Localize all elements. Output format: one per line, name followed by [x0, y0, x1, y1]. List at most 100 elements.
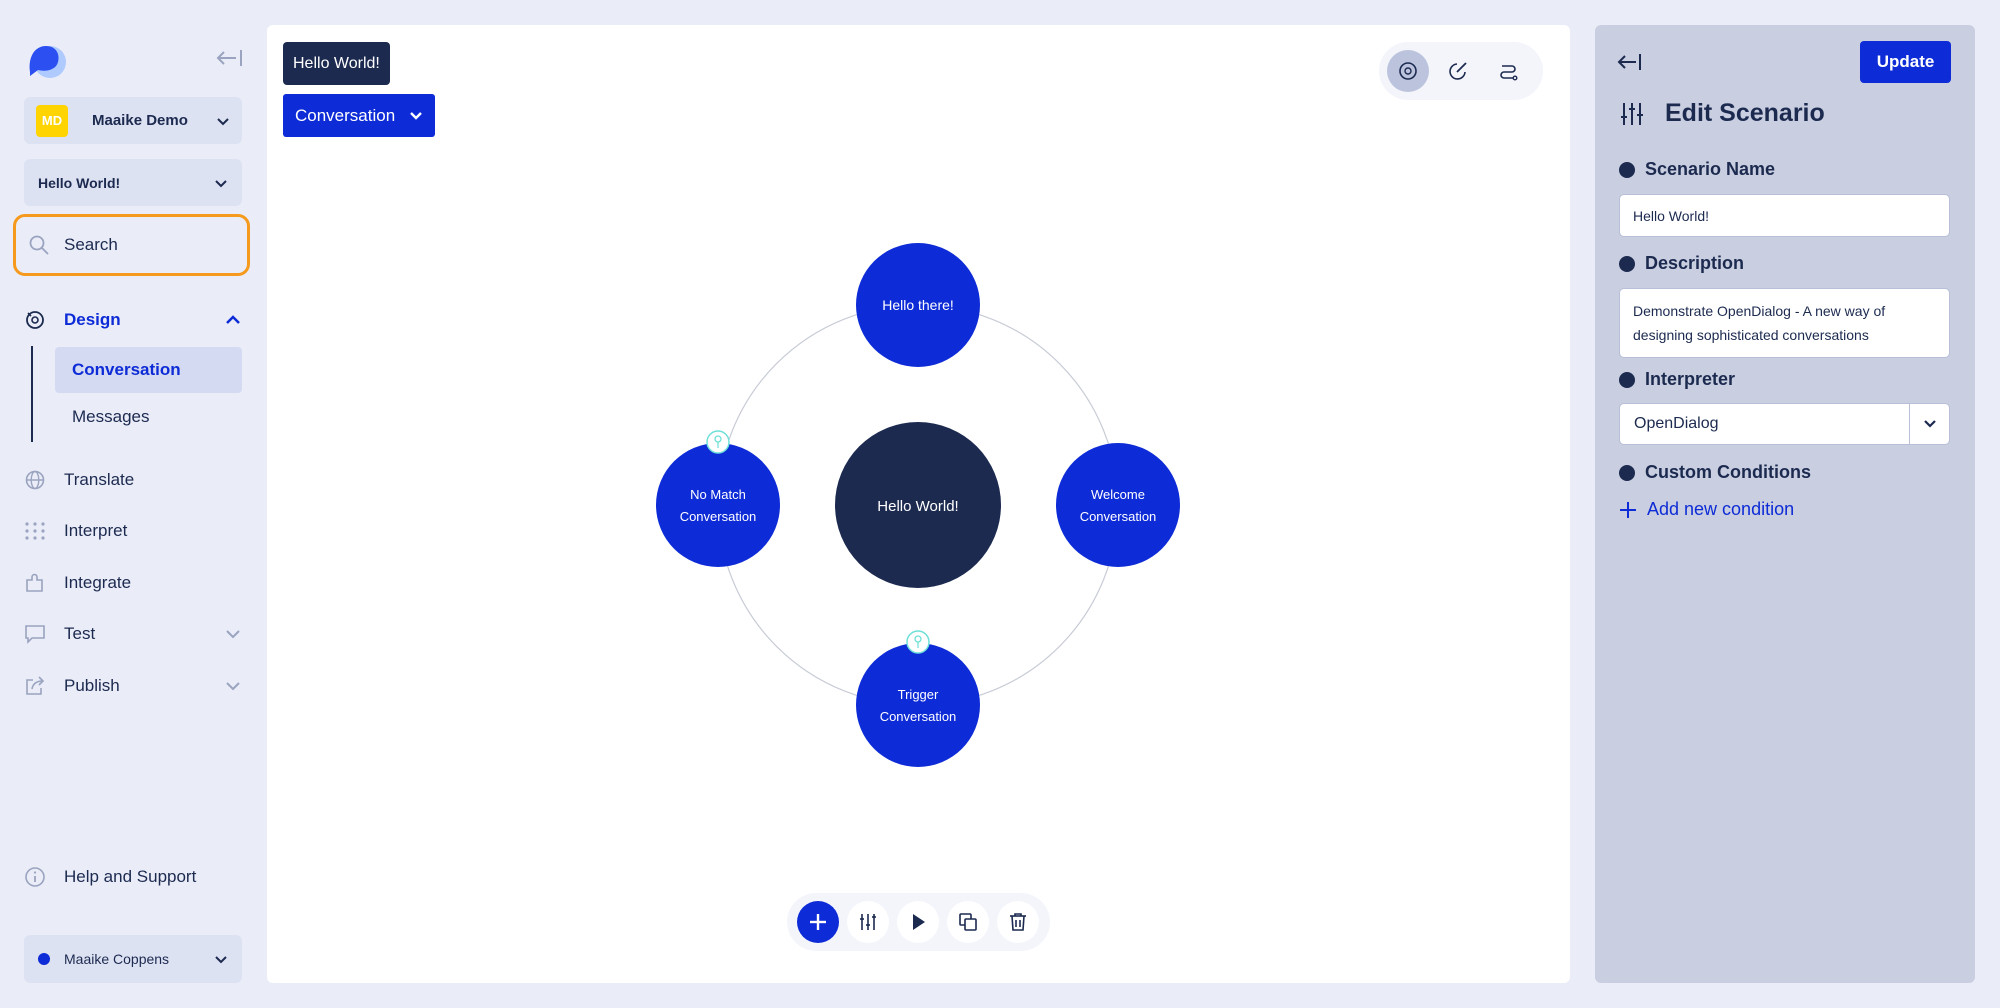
user-name: Maaike Coppens: [64, 951, 170, 967]
custom-conditions-label: Custom Conditions: [1619, 462, 1811, 483]
interpreter-value: OpenDialog: [1634, 415, 1719, 432]
flow-icon: [1500, 65, 1518, 81]
plus-icon: [1620, 501, 1636, 518]
design-brain-icon: [26, 311, 44, 329]
sidebar-item-label: Design: [64, 310, 121, 329]
sidebar-item-messages[interactable]: Messages: [55, 394, 242, 440]
sidebar-item-label: Translate: [64, 470, 135, 489]
trash-icon: [1010, 913, 1026, 931]
chevron-down-icon: [410, 111, 423, 120]
scenario-name-label: Scenario Name: [1619, 159, 1775, 180]
play-button[interactable]: [897, 901, 939, 943]
panel-title: Edit Scenario: [1665, 99, 1825, 127]
globe-icon: [25, 470, 45, 490]
sliders-icon: [860, 914, 876, 930]
chevron-down-icon: [226, 630, 240, 639]
key-badge-icon: [706, 430, 730, 454]
bullet-icon: [1619, 464, 1635, 481]
opendialog-logo-icon[interactable]: [24, 38, 68, 82]
sidebar-item-test[interactable]: Test: [24, 618, 242, 650]
duplicate-button[interactable]: [947, 901, 989, 943]
workspace-switcher[interactable]: MD Maaike Demo: [24, 97, 242, 144]
user-avatar: [38, 953, 50, 965]
delete-button[interactable]: [997, 901, 1039, 943]
sliders-icon: [1621, 102, 1643, 125]
node-left[interactable]: No Match Conversation: [656, 443, 780, 567]
interpreter-select[interactable]: OpenDialog: [1619, 403, 1950, 445]
sidebar: MD Maaike Demo Hello World! Search Desig…: [0, 0, 266, 1008]
field-label-text: Scenario Name: [1645, 159, 1776, 179]
sidebar-item-translate[interactable]: Translate: [24, 464, 242, 496]
sidebar-item-label: Publish: [64, 676, 120, 695]
edit-scenario-panel: Update Edit Scenario Scenario Name Descr…: [1595, 25, 1975, 983]
info-icon: [25, 867, 45, 887]
edit-icon: [1449, 62, 1467, 80]
search-icon: [29, 235, 49, 255]
edit-view-button[interactable]: [1437, 50, 1479, 92]
scenario-selector[interactable]: Hello World!: [24, 159, 242, 206]
bullet-icon: [1619, 161, 1635, 178]
key-badge-icon: [906, 630, 930, 654]
breadcrumb-scenario[interactable]: Hello World!: [283, 42, 390, 85]
scenario-name-input[interactable]: [1619, 194, 1950, 237]
search-button[interactable]: Search: [13, 214, 250, 276]
help-label: Help and Support: [64, 867, 197, 886]
user-menu[interactable]: Maaike Coppens: [24, 935, 242, 983]
dots-grid-icon: [25, 522, 45, 540]
chevron-down-icon: [217, 117, 229, 125]
sidebar-item-design[interactable]: Design: [24, 304, 242, 336]
sidebar-item-integrate[interactable]: Integrate: [24, 567, 242, 599]
node-center-label: Hello World!: [877, 498, 958, 515]
canvas-toolbar: [787, 893, 1050, 951]
add-condition-label: Add new condition: [1647, 499, 1795, 519]
sidebar-item-interpret[interactable]: Interpret: [24, 515, 242, 547]
bullet-icon: [1619, 255, 1635, 272]
settings-button[interactable]: [847, 901, 889, 943]
collapse-panel-icon[interactable]: [1617, 51, 1643, 73]
node-bottom-label-2: Conversation: [880, 709, 957, 724]
submenu-line: [31, 346, 33, 442]
panel-heading: Edit Scenario: [1619, 99, 1825, 128]
sidebar-item-label: Integrate: [64, 573, 132, 592]
add-condition-button[interactable]: Add new condition: [1619, 499, 1794, 520]
node-bottom[interactable]: Trigger Conversation: [856, 643, 980, 767]
sidebar-item-label: Interpret: [64, 521, 128, 540]
add-button[interactable]: [797, 901, 839, 943]
update-button[interactable]: Update: [1860, 41, 1951, 83]
node-bottom-label-1: Trigger: [898, 687, 939, 702]
field-label-text: Description: [1645, 253, 1745, 273]
node-right[interactable]: Welcome Conversation: [1056, 443, 1180, 567]
search-label: Search: [64, 235, 118, 254]
bullet-icon: [1619, 371, 1635, 388]
play-icon: [913, 914, 925, 930]
design-canvas[interactable]: Hello World! Hello there! No Match Conve…: [267, 25, 1570, 983]
share-icon: [26, 676, 45, 695]
select-arrow: [1909, 404, 1949, 444]
brain-icon: [1399, 62, 1417, 80]
field-label-text: Interpreter: [1645, 369, 1736, 389]
plus-icon: [810, 914, 826, 930]
help-and-support-link[interactable]: Help and Support: [24, 866, 196, 888]
flow-view-button[interactable]: [1487, 50, 1529, 92]
sidebar-item-conversation[interactable]: Conversation: [55, 347, 242, 393]
chevron-up-icon: [226, 315, 240, 324]
chat-bubble-icon: [25, 625, 45, 644]
collapse-sidebar-icon[interactable]: [214, 46, 244, 70]
chevron-down-icon: [226, 682, 240, 691]
scenario-selector-label: Hello World!: [38, 174, 121, 191]
description-textarea[interactable]: Demonstrate OpenDialog - A new way of de…: [1619, 288, 1950, 358]
conversation-diagram: Hello World! Hello there! No Match Conve…: [656, 243, 1180, 767]
node-top[interactable]: Hello there!: [856, 243, 980, 367]
chevron-down-icon: [1923, 420, 1936, 428]
description-label: Description: [1619, 253, 1744, 274]
workspace-avatar: MD: [36, 104, 68, 137]
sidebar-item-label: Test: [64, 624, 96, 643]
design-view-button[interactable]: [1387, 50, 1429, 92]
view-mode-toggle: [1379, 42, 1543, 100]
sidebar-item-publish[interactable]: Publish: [24, 670, 242, 702]
copy-icon: [959, 913, 977, 931]
node-top-label: Hello there!: [882, 297, 954, 313]
node-center[interactable]: Hello World!: [835, 422, 1001, 588]
breadcrumb-level-select[interactable]: Conversation: [283, 94, 436, 137]
node-left-label-1: No Match: [690, 487, 746, 502]
